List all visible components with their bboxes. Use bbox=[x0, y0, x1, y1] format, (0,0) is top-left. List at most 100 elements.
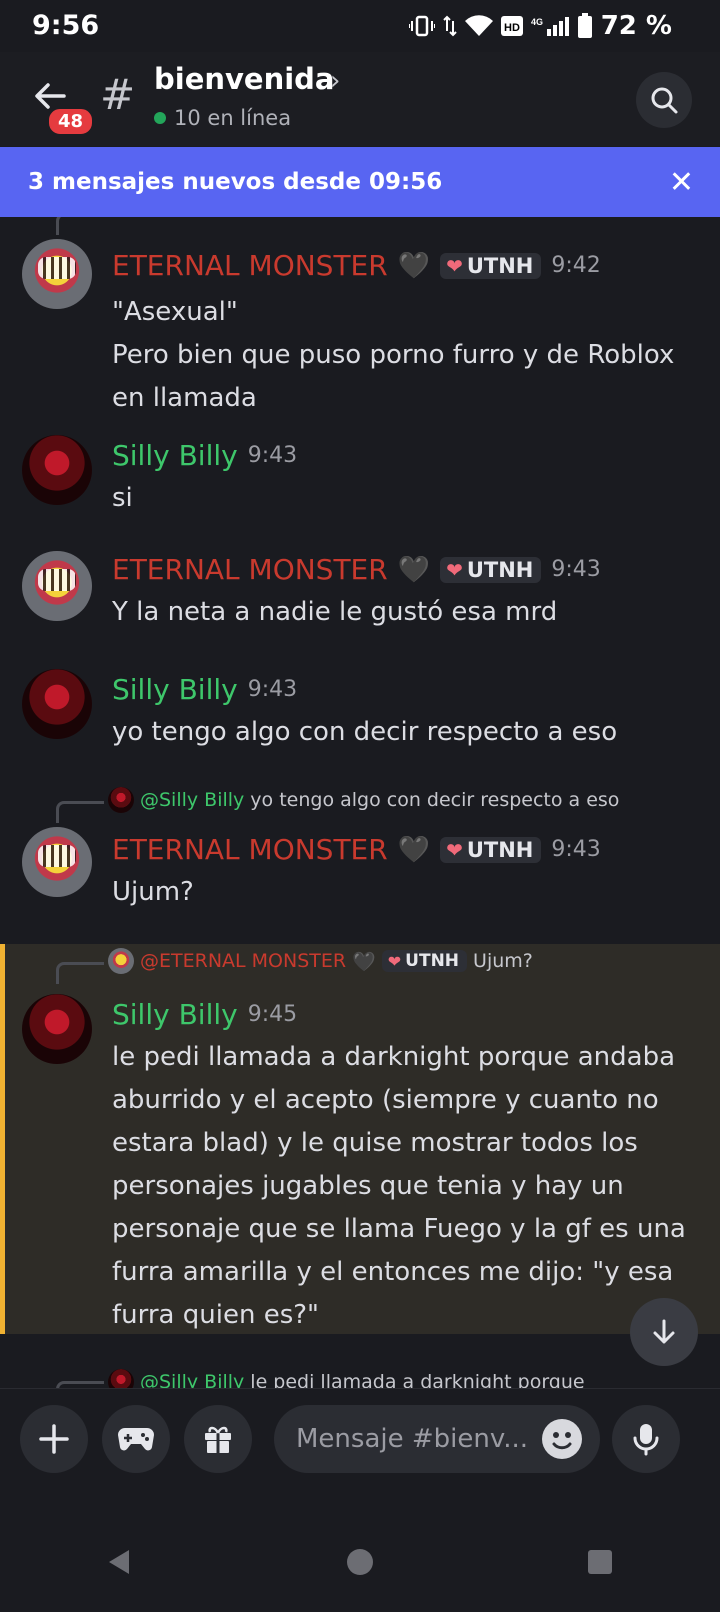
heart-icon: ❤ bbox=[446, 557, 463, 582]
avatar[interactable] bbox=[22, 551, 92, 621]
author-name[interactable]: ETERNAL MONSTER bbox=[112, 833, 388, 866]
svg-text:4G: 4G bbox=[531, 17, 543, 27]
message-header: Silly Billy 9:43 bbox=[112, 673, 297, 706]
message-line: en llamada bbox=[112, 383, 257, 413]
message-header: Silly Billy 9:43 bbox=[112, 439, 297, 472]
message-header: ETERNAL MONSTER 🖤 ❤ UTNH 9:43 bbox=[112, 553, 601, 586]
message-line: furra amarilla y el entonces me dijo: "y… bbox=[112, 1257, 674, 1287]
server-tag[interactable]: ❤ UTNH bbox=[440, 252, 542, 279]
reply-connector bbox=[56, 962, 104, 984]
plus-icon bbox=[39, 1424, 69, 1454]
search-button[interactable] bbox=[636, 72, 692, 128]
gift-icon bbox=[205, 1426, 231, 1453]
status-icons: HD 4G 72 % bbox=[408, 10, 672, 42]
reply-mention: @ETERNAL MONSTER bbox=[140, 950, 347, 972]
voice-message-button[interactable] bbox=[612, 1405, 680, 1473]
avatar[interactable] bbox=[22, 669, 92, 739]
reply-text: yo tengo algo con decir respecto a eso bbox=[250, 789, 620, 811]
author-name[interactable]: Silly Billy bbox=[112, 439, 238, 472]
jump-to-bottom-button[interactable] bbox=[630, 1298, 698, 1366]
online-count: 10 en línea bbox=[154, 106, 291, 130]
new-messages-text: 3 mensajes nuevos desde 09:56 bbox=[28, 169, 443, 195]
channel-header: 48 # bienvenida › 10 en línea bbox=[0, 52, 720, 146]
message-input-placeholder: Mensaje #bienv... bbox=[296, 1424, 529, 1454]
online-label: 10 en línea bbox=[174, 106, 292, 130]
author-name[interactable]: ETERNAL MONSTER bbox=[112, 249, 388, 282]
avatar[interactable] bbox=[22, 239, 92, 309]
message-line: Ujum? bbox=[112, 877, 194, 907]
message-list[interactable]: ETERNAL MONSTER 🖤 ❤ UTNH 9:42 "Asexual" P… bbox=[0, 217, 720, 1428]
message-line: yo tengo algo con decir respecto a eso bbox=[112, 717, 618, 747]
author-name[interactable]: Silly Billy bbox=[112, 673, 238, 706]
nav-home-icon[interactable] bbox=[345, 1547, 375, 1577]
data-arrows-icon bbox=[442, 15, 457, 37]
message-body: Ujum? bbox=[112, 871, 684, 914]
message-line: aburrido y el acepto (siempre y cuanto n… bbox=[112, 1085, 659, 1115]
add-attachment-button[interactable] bbox=[20, 1405, 88, 1473]
timestamp: 9:43 bbox=[247, 677, 298, 702]
message-body: yo tengo algo con decir respecto a eso bbox=[112, 711, 684, 754]
nav-recents-icon[interactable] bbox=[585, 1547, 615, 1577]
signal-icon: 4G bbox=[531, 15, 569, 37]
message-header: ETERNAL MONSTER 🖤 ❤ UTNH 9:43 bbox=[112, 833, 601, 866]
message-body: "Asexual" Pero bien que puso porno furro… bbox=[112, 291, 684, 420]
avatar[interactable] bbox=[22, 994, 92, 1064]
battery-icon bbox=[577, 13, 593, 39]
chevron-right-icon[interactable]: › bbox=[330, 66, 340, 96]
author-name[interactable]: ETERNAL MONSTER bbox=[112, 553, 388, 586]
clock: 9:56 bbox=[32, 10, 100, 41]
reply-preview[interactable]: @ETERNAL MONSTER 🖤 ❤ UTNH Ujum? bbox=[108, 948, 533, 974]
message[interactable]: Silly Billy 9:43 yo tengo algo con decir… bbox=[0, 669, 720, 759]
gamepad-icon bbox=[118, 1428, 154, 1451]
avatar[interactable] bbox=[22, 827, 92, 897]
channel-title[interactable]: bienvenida bbox=[154, 62, 335, 96]
message-input[interactable]: Mensaje #bienv... bbox=[274, 1405, 600, 1473]
heart-icon: ❤ bbox=[446, 253, 463, 278]
message-line: personajes jugables que tenia y hay un bbox=[112, 1171, 624, 1201]
message-header: ETERNAL MONSTER 🖤 ❤ UTNH 9:42 bbox=[112, 249, 601, 282]
timestamp: 9:43 bbox=[551, 837, 601, 862]
server-tag[interactable]: ❤ UTNH bbox=[440, 836, 542, 863]
vibrate-icon bbox=[408, 15, 435, 37]
server-tag[interactable]: ❤ UTNH bbox=[440, 556, 542, 583]
black-heart-icon: 🖤 bbox=[397, 834, 431, 865]
wifi-icon bbox=[464, 15, 493, 37]
composer-bar: Mensaje #bienv... bbox=[0, 1388, 720, 1488]
reply-connector bbox=[56, 801, 104, 823]
message-body: si bbox=[112, 477, 684, 520]
message[interactable]: @Silly Billy yo tengo algo con decir res… bbox=[0, 787, 720, 917]
message-line: si bbox=[112, 483, 133, 513]
message[interactable]: Silly Billy 9:43 si bbox=[0, 435, 720, 525]
message-line: le pedi llamada a darknight porque andab… bbox=[112, 1042, 676, 1072]
message[interactable]: ETERNAL MONSTER 🖤 ❤ UTNH 9:42 "Asexual" P… bbox=[0, 229, 720, 413]
message-body: Y la neta a nadie le gustó esa mrd bbox=[112, 591, 684, 634]
hash-icon: # bbox=[100, 70, 136, 119]
message[interactable]: ETERNAL MONSTER 🖤 ❤ UTNH 9:43 Y la neta a… bbox=[0, 549, 720, 639]
black-heart-icon: 🖤 bbox=[397, 250, 431, 281]
microphone-icon bbox=[633, 1424, 659, 1456]
activities-button[interactable] bbox=[102, 1405, 170, 1473]
new-messages-banner[interactable]: 3 mensajes nuevos desde 09:56 ✕ bbox=[0, 147, 720, 217]
gift-button[interactable] bbox=[184, 1405, 252, 1473]
svg-text:HD: HD bbox=[504, 22, 520, 34]
timestamp: 9:43 bbox=[551, 557, 601, 582]
author-name[interactable]: Silly Billy bbox=[112, 998, 238, 1031]
system-nav-bar bbox=[0, 1512, 720, 1612]
highlighted-message[interactable]: @ETERNAL MONSTER 🖤 ❤ UTNH Ujum? Silly Bil… bbox=[0, 944, 720, 1334]
emoji-button[interactable] bbox=[542, 1419, 582, 1459]
nav-back-icon[interactable] bbox=[105, 1547, 135, 1577]
battery-percent: 72 % bbox=[600, 11, 672, 41]
reply-avatar bbox=[108, 948, 134, 974]
avatar[interactable] bbox=[22, 435, 92, 505]
online-dot-icon bbox=[154, 112, 166, 124]
hd-icon: HD bbox=[500, 16, 523, 36]
reply-text: Ujum? bbox=[473, 950, 533, 972]
reply-mention: @Silly Billy bbox=[140, 789, 245, 811]
black-heart-icon: 🖤 bbox=[397, 554, 431, 585]
smiley-icon bbox=[552, 1432, 572, 1450]
search-icon bbox=[651, 87, 678, 114]
heart-icon: ❤ bbox=[387, 951, 402, 971]
reply-preview[interactable]: @Silly Billy yo tengo algo con decir res… bbox=[108, 787, 619, 813]
close-icon[interactable]: ✕ bbox=[669, 165, 694, 200]
heart-icon: ❤ bbox=[446, 837, 463, 862]
